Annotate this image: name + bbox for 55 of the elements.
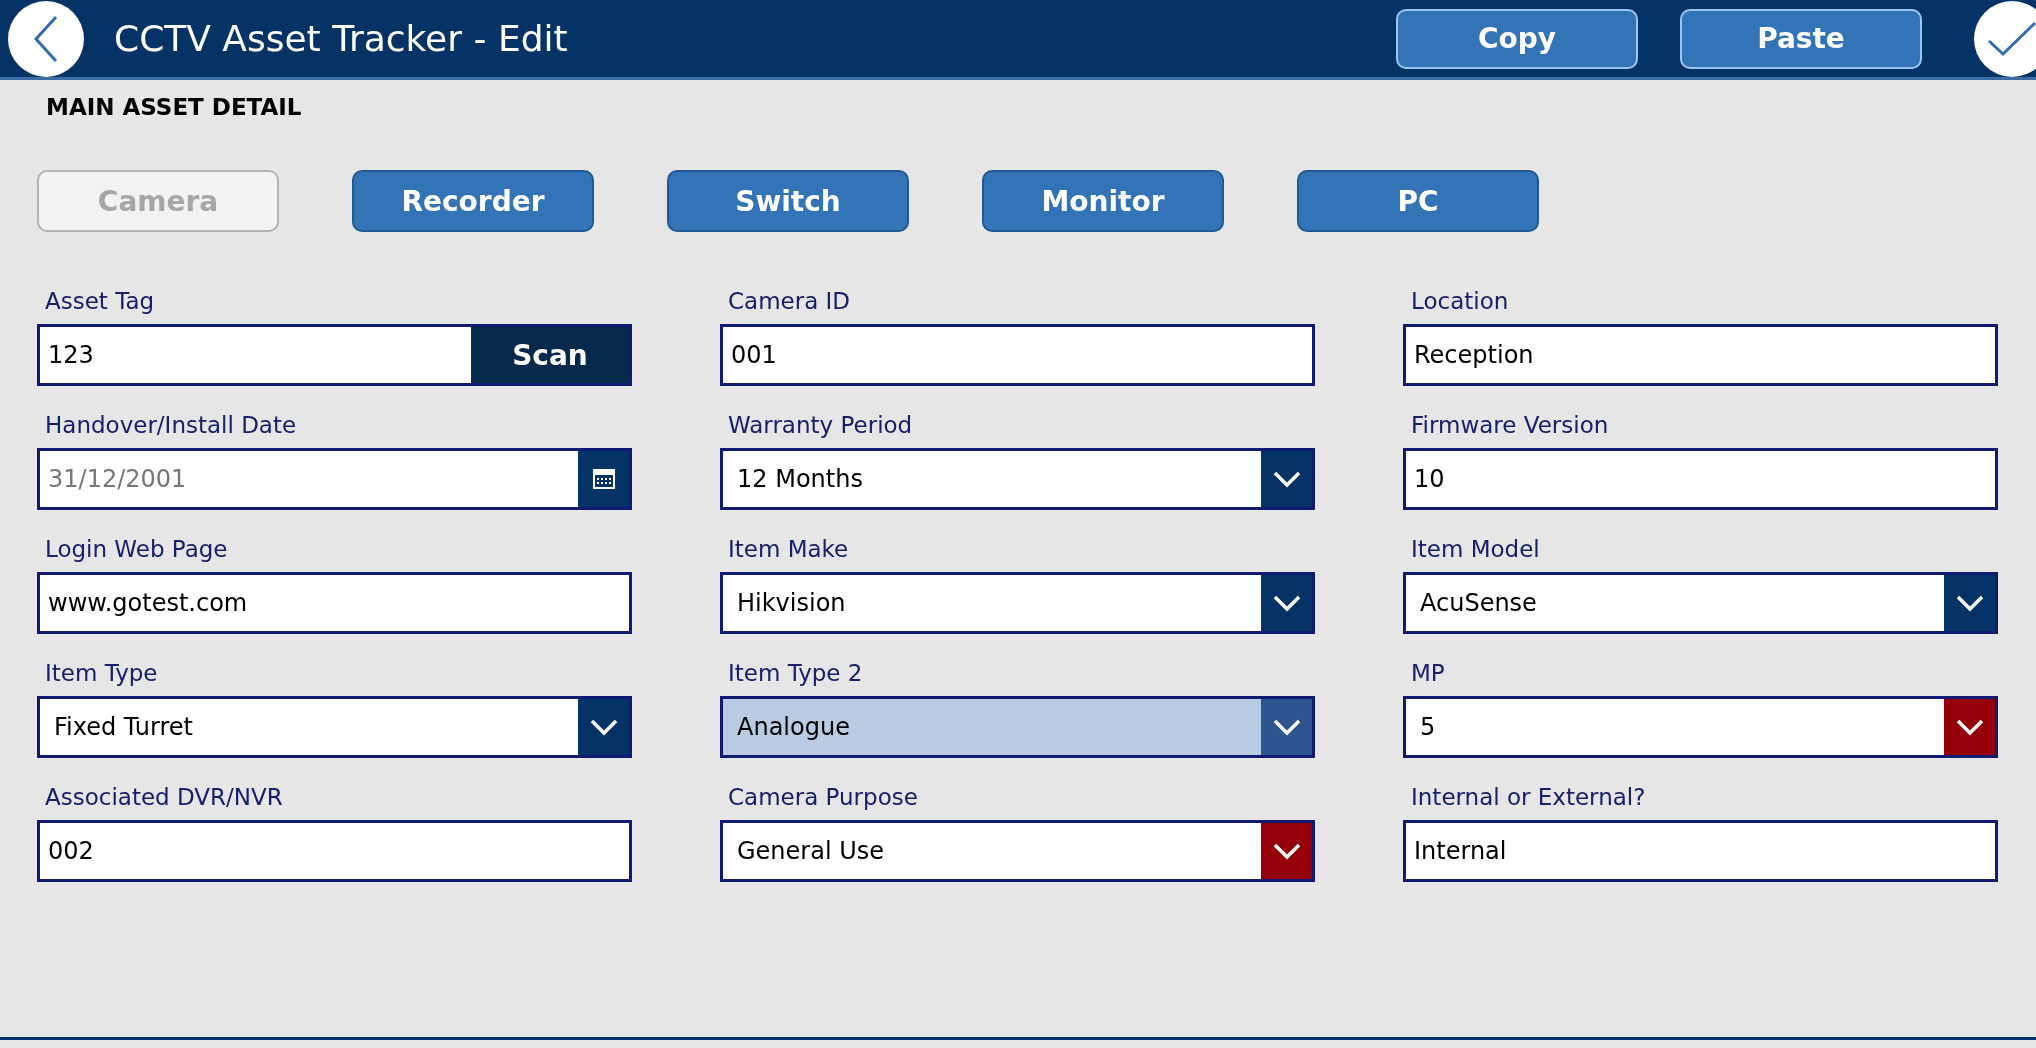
text-field[interactable]: 10: [1403, 448, 1998, 510]
dropdown[interactable]: AcuSense: [1403, 572, 1998, 634]
dropdown-button[interactable]: [1261, 823, 1312, 879]
field-label: Location: [1411, 288, 1510, 314]
dropdown-button[interactable]: [1261, 451, 1312, 507]
save-button[interactable]: [1974, 0, 2036, 77]
text-field[interactable]: Internal: [1403, 820, 1998, 882]
field-label: Camera Purpose: [728, 784, 919, 810]
field-label: Asset Tag: [45, 288, 156, 314]
chevron-down-icon: [1954, 594, 1985, 612]
dropdown[interactable]: 12 Months: [720, 448, 1315, 510]
dropdown-button[interactable]: [1944, 699, 1995, 755]
chevron-down-icon: [588, 718, 619, 736]
field-label: Camera ID: [728, 288, 852, 314]
dropdown-button[interactable]: [1261, 699, 1312, 755]
field-label: MP: [1411, 660, 1446, 686]
dropdown[interactable]: Hikvision: [720, 572, 1315, 634]
text-field[interactable]: www.gotest.com: [37, 572, 632, 634]
asset-type-button[interactable]: PC: [1297, 170, 1539, 232]
asset-type-button[interactable]: Recorder: [352, 170, 594, 232]
field-label: Item Make: [728, 536, 850, 562]
chevron-left-icon: [33, 14, 59, 63]
chevron-down-icon: [1954, 718, 1985, 736]
chevron-down-icon: [1271, 470, 1302, 488]
field-label: Internal or External?: [1411, 784, 1647, 810]
scan-button[interactable]: Scan: [471, 327, 629, 383]
dropdown-button[interactable]: [1261, 575, 1312, 631]
dropdown[interactable]: Analogue: [720, 696, 1315, 758]
field-label: Login Web Page: [45, 536, 229, 562]
text-field[interactable]: Reception: [1403, 324, 1998, 386]
text-field[interactable]: 001: [720, 324, 1315, 386]
section-title: MAIN ASSET DETAIL: [46, 94, 303, 120]
header-button[interactable]: Copy: [1396, 8, 1638, 69]
header-button[interactable]: Paste: [1680, 8, 1922, 69]
window-title: CCTV Asset Tracker - Edit: [114, 18, 569, 59]
text-field[interactable]: 002: [37, 820, 632, 882]
chevron-down-icon: [1271, 842, 1302, 860]
dropdown[interactable]: Fixed Turret: [37, 696, 632, 758]
field-label: Item Model: [1411, 536, 1541, 562]
text-field[interactable]: 123 Scan: [37, 324, 632, 386]
asset-type-button[interactable]: Monitor: [982, 170, 1224, 232]
field-label: Warranty Period: [728, 412, 914, 438]
field-label: Handover/Install Date: [45, 412, 298, 438]
field-label: Associated DVR/NVR: [45, 784, 284, 810]
chevron-down-icon: [1271, 594, 1302, 612]
chevron-down-icon: [1271, 718, 1302, 736]
field-label: Item Type 2: [728, 660, 864, 686]
dropdown[interactable]: General Use: [720, 820, 1315, 882]
field-label: Firmware Version: [1411, 412, 1610, 438]
dropdown-button[interactable]: [578, 699, 629, 755]
dropdown-button[interactable]: [1944, 575, 1995, 631]
field-label: Item Type: [45, 660, 159, 686]
checkmark-icon: [1987, 20, 2036, 57]
dropdown[interactable]: 5: [1403, 696, 1998, 758]
asset-type-button[interactable]: Switch: [667, 170, 909, 232]
